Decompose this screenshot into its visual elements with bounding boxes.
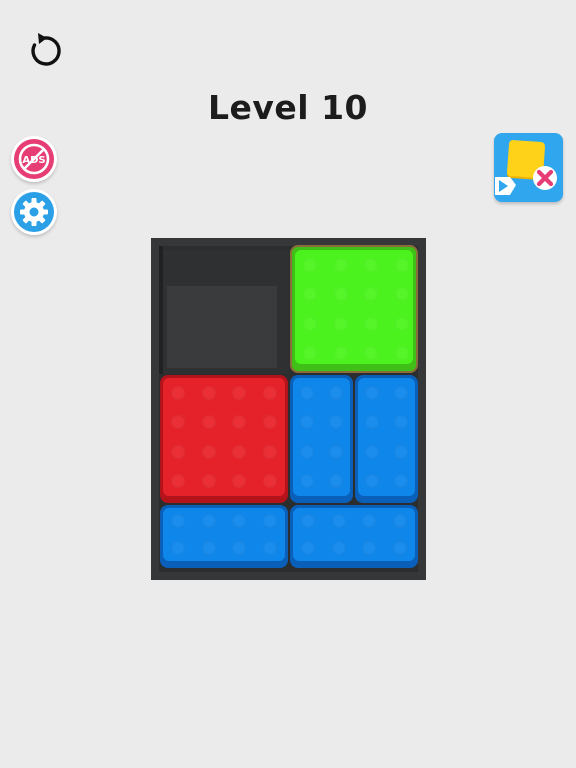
restart-icon bbox=[31, 33, 61, 66]
block-stud bbox=[365, 385, 380, 400]
block-stud bbox=[392, 540, 407, 555]
block-stud bbox=[171, 444, 186, 459]
block-stud bbox=[300, 444, 315, 459]
blue-block-horizontal-left[interactable] bbox=[160, 505, 288, 568]
block-stud bbox=[303, 257, 318, 272]
block-stud bbox=[328, 474, 343, 489]
no-ads-button[interactable]: ADS bbox=[11, 136, 57, 182]
block-stud bbox=[232, 540, 247, 555]
blue-block-vertical-right[interactable] bbox=[355, 375, 418, 503]
block-stud bbox=[394, 316, 409, 331]
block-stud bbox=[394, 287, 409, 302]
block-stud bbox=[232, 385, 247, 400]
block-stud bbox=[393, 474, 408, 489]
block-stud bbox=[333, 257, 348, 272]
block-stud bbox=[393, 385, 408, 400]
block-stud bbox=[328, 385, 343, 400]
red-block[interactable] bbox=[160, 375, 288, 503]
block-stud bbox=[262, 385, 277, 400]
block-stud bbox=[201, 444, 216, 459]
block-stud bbox=[171, 540, 186, 555]
block-stud bbox=[364, 316, 379, 331]
skip-level-button[interactable] bbox=[494, 133, 563, 202]
block-stud bbox=[393, 444, 408, 459]
block-stud bbox=[262, 474, 277, 489]
blue-block-vertical-left[interactable] bbox=[290, 375, 353, 503]
block-stud bbox=[331, 540, 346, 555]
settings-button[interactable] bbox=[11, 189, 57, 235]
block-stud bbox=[262, 514, 277, 529]
block-stud bbox=[262, 540, 277, 555]
block-stud bbox=[262, 415, 277, 430]
block-stud bbox=[392, 514, 407, 529]
block-stud bbox=[171, 385, 186, 400]
block-stud bbox=[394, 257, 409, 272]
exit-edge bbox=[159, 246, 163, 374]
exit-slot bbox=[161, 250, 289, 374]
block-stud bbox=[365, 444, 380, 459]
block-stud bbox=[201, 415, 216, 430]
no-ads-label: ADS bbox=[22, 155, 45, 166]
skip-level-icon bbox=[495, 140, 557, 195]
block-stud bbox=[393, 415, 408, 430]
block-stud bbox=[333, 346, 348, 361]
block-stud bbox=[201, 514, 216, 529]
block-stud bbox=[303, 316, 318, 331]
green-block[interactable] bbox=[290, 245, 418, 373]
no-ads-icon: ADS bbox=[18, 143, 50, 175]
gear-icon bbox=[20, 198, 48, 226]
block-stud bbox=[300, 385, 315, 400]
block-stud bbox=[362, 540, 377, 555]
block-stud bbox=[201, 540, 216, 555]
block-stud bbox=[232, 444, 247, 459]
level-title: Level 10 bbox=[207, 88, 369, 127]
block-stud bbox=[333, 316, 348, 331]
block-stud bbox=[201, 385, 216, 400]
block-stud bbox=[331, 514, 346, 529]
block-stud bbox=[394, 346, 409, 361]
block-stud bbox=[333, 287, 348, 302]
block-stud bbox=[301, 540, 316, 555]
block-stud bbox=[328, 415, 343, 430]
block-stud bbox=[364, 257, 379, 272]
restart-button[interactable] bbox=[24, 30, 66, 72]
blue-block-horizontal-right[interactable] bbox=[290, 505, 418, 568]
block-stud bbox=[201, 474, 216, 489]
block-stud bbox=[262, 444, 277, 459]
block-stud bbox=[328, 444, 343, 459]
